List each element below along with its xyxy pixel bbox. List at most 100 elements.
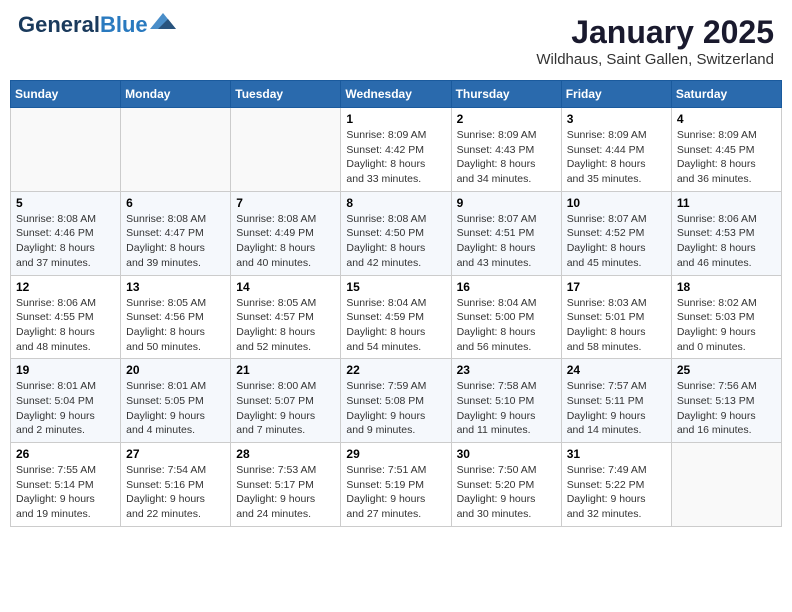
- sunset-label: Sunset: 5:00 PM: [457, 311, 535, 323]
- day-number: 11: [677, 196, 776, 210]
- day-number: 16: [457, 280, 556, 294]
- daylight-label: Daylight: 9 hours and 24 minutes.: [236, 493, 315, 520]
- sunset-label: Sunset: 4:45 PM: [677, 144, 755, 156]
- table-row: 25 Sunrise: 7:56 AM Sunset: 5:13 PM Dayl…: [671, 359, 781, 443]
- col-tuesday: Tuesday: [231, 81, 341, 108]
- sunset-label: Sunset: 4:47 PM: [126, 227, 204, 239]
- sunrise-label: Sunrise: 8:09 AM: [346, 129, 426, 141]
- daylight-label: Daylight: 8 hours and 40 minutes.: [236, 242, 315, 269]
- day-number: 27: [126, 447, 225, 461]
- daylight-label: Daylight: 8 hours and 35 minutes.: [567, 158, 646, 185]
- col-saturday: Saturday: [671, 81, 781, 108]
- sunrise-label: Sunrise: 8:01 AM: [126, 380, 206, 392]
- calendar-week-row: 1 Sunrise: 8:09 AM Sunset: 4:42 PM Dayli…: [11, 108, 782, 192]
- table-row: 7 Sunrise: 8:08 AM Sunset: 4:49 PM Dayli…: [231, 191, 341, 275]
- day-info: Sunrise: 8:00 AM Sunset: 5:07 PM Dayligh…: [236, 379, 335, 438]
- day-number: 17: [567, 280, 666, 294]
- table-row: 16 Sunrise: 8:04 AM Sunset: 5:00 PM Dayl…: [451, 275, 561, 359]
- daylight-label: Daylight: 9 hours and 9 minutes.: [346, 410, 425, 437]
- day-number: 1: [346, 112, 445, 126]
- sunset-label: Sunset: 5:17 PM: [236, 479, 314, 491]
- table-row: 30 Sunrise: 7:50 AM Sunset: 5:20 PM Dayl…: [451, 443, 561, 527]
- table-row: 8 Sunrise: 8:08 AM Sunset: 4:50 PM Dayli…: [341, 191, 451, 275]
- daylight-label: Daylight: 9 hours and 27 minutes.: [346, 493, 425, 520]
- day-info: Sunrise: 8:09 AM Sunset: 4:45 PM Dayligh…: [677, 128, 776, 187]
- sunset-label: Sunset: 5:11 PM: [567, 395, 644, 407]
- day-number: 12: [16, 280, 115, 294]
- day-info: Sunrise: 8:01 AM Sunset: 5:04 PM Dayligh…: [16, 379, 115, 438]
- sunset-label: Sunset: 4:42 PM: [346, 144, 424, 156]
- daylight-label: Daylight: 8 hours and 54 minutes.: [346, 326, 425, 353]
- sunset-label: Sunset: 5:13 PM: [677, 395, 755, 407]
- sunset-label: Sunset: 4:43 PM: [457, 144, 535, 156]
- logo-text: GeneralBlue: [18, 14, 148, 36]
- sunset-label: Sunset: 5:05 PM: [126, 395, 204, 407]
- sunset-label: Sunset: 4:53 PM: [677, 227, 755, 239]
- table-row: 20 Sunrise: 8:01 AM Sunset: 5:05 PM Dayl…: [121, 359, 231, 443]
- sunrise-label: Sunrise: 8:01 AM: [16, 380, 96, 392]
- day-info: Sunrise: 8:08 AM Sunset: 4:50 PM Dayligh…: [346, 212, 445, 271]
- daylight-label: Daylight: 8 hours and 58 minutes.: [567, 326, 646, 353]
- day-number: 5: [16, 196, 115, 210]
- day-info: Sunrise: 8:09 AM Sunset: 4:44 PM Dayligh…: [567, 128, 666, 187]
- daylight-label: Daylight: 8 hours and 50 minutes.: [126, 326, 205, 353]
- sunrise-label: Sunrise: 8:08 AM: [346, 213, 426, 225]
- calendar-week-row: 12 Sunrise: 8:06 AM Sunset: 4:55 PM Dayl…: [11, 275, 782, 359]
- sunrise-label: Sunrise: 8:06 AM: [677, 213, 757, 225]
- daylight-label: Daylight: 9 hours and 19 minutes.: [16, 493, 95, 520]
- sunrise-label: Sunrise: 7:57 AM: [567, 380, 647, 392]
- daylight-label: Daylight: 8 hours and 37 minutes.: [16, 242, 95, 269]
- day-info: Sunrise: 7:56 AM Sunset: 5:13 PM Dayligh…: [677, 379, 776, 438]
- sunset-label: Sunset: 5:01 PM: [567, 311, 645, 323]
- table-row: 2 Sunrise: 8:09 AM Sunset: 4:43 PM Dayli…: [451, 108, 561, 192]
- sunrise-label: Sunrise: 7:58 AM: [457, 380, 537, 392]
- sunrise-label: Sunrise: 7:59 AM: [346, 380, 426, 392]
- table-row: [231, 108, 341, 192]
- day-number: 24: [567, 363, 666, 377]
- day-info: Sunrise: 8:01 AM Sunset: 5:05 PM Dayligh…: [126, 379, 225, 438]
- day-info: Sunrise: 8:07 AM Sunset: 4:51 PM Dayligh…: [457, 212, 556, 271]
- col-wednesday: Wednesday: [341, 81, 451, 108]
- day-info: Sunrise: 8:06 AM Sunset: 4:55 PM Dayligh…: [16, 296, 115, 355]
- table-row: 4 Sunrise: 8:09 AM Sunset: 4:45 PM Dayli…: [671, 108, 781, 192]
- daylight-label: Daylight: 8 hours and 45 minutes.: [567, 242, 646, 269]
- sunset-label: Sunset: 5:08 PM: [346, 395, 424, 407]
- daylight-label: Daylight: 8 hours and 34 minutes.: [457, 158, 536, 185]
- page-title: January 2025: [536, 14, 774, 51]
- day-number: 19: [16, 363, 115, 377]
- daylight-label: Daylight: 8 hours and 39 minutes.: [126, 242, 205, 269]
- sunset-label: Sunset: 5:10 PM: [457, 395, 535, 407]
- day-number: 10: [567, 196, 666, 210]
- day-number: 15: [346, 280, 445, 294]
- day-info: Sunrise: 8:05 AM Sunset: 4:56 PM Dayligh…: [126, 296, 225, 355]
- calendar-week-row: 5 Sunrise: 8:08 AM Sunset: 4:46 PM Dayli…: [11, 191, 782, 275]
- table-row: 21 Sunrise: 8:00 AM Sunset: 5:07 PM Dayl…: [231, 359, 341, 443]
- sunset-label: Sunset: 4:49 PM: [236, 227, 314, 239]
- table-row: 23 Sunrise: 7:58 AM Sunset: 5:10 PM Dayl…: [451, 359, 561, 443]
- table-row: 6 Sunrise: 8:08 AM Sunset: 4:47 PM Dayli…: [121, 191, 231, 275]
- sunrise-label: Sunrise: 8:04 AM: [346, 297, 426, 309]
- day-info: Sunrise: 7:54 AM Sunset: 5:16 PM Dayligh…: [126, 463, 225, 522]
- table-row: 3 Sunrise: 8:09 AM Sunset: 4:44 PM Dayli…: [561, 108, 671, 192]
- sunrise-label: Sunrise: 8:02 AM: [677, 297, 757, 309]
- day-info: Sunrise: 8:04 AM Sunset: 5:00 PM Dayligh…: [457, 296, 556, 355]
- day-number: 7: [236, 196, 335, 210]
- table-row: 12 Sunrise: 8:06 AM Sunset: 4:55 PM Dayl…: [11, 275, 121, 359]
- day-number: 28: [236, 447, 335, 461]
- sunrise-label: Sunrise: 7:54 AM: [126, 464, 206, 476]
- daylight-label: Daylight: 9 hours and 32 minutes.: [567, 493, 646, 520]
- day-number: 25: [677, 363, 776, 377]
- day-info: Sunrise: 8:05 AM Sunset: 4:57 PM Dayligh…: [236, 296, 335, 355]
- sunset-label: Sunset: 4:57 PM: [236, 311, 314, 323]
- sunrise-label: Sunrise: 8:08 AM: [126, 213, 206, 225]
- day-info: Sunrise: 7:59 AM Sunset: 5:08 PM Dayligh…: [346, 379, 445, 438]
- table-row: 9 Sunrise: 8:07 AM Sunset: 4:51 PM Dayli…: [451, 191, 561, 275]
- day-info: Sunrise: 8:07 AM Sunset: 4:52 PM Dayligh…: [567, 212, 666, 271]
- day-info: Sunrise: 7:53 AM Sunset: 5:17 PM Dayligh…: [236, 463, 335, 522]
- sunrise-label: Sunrise: 8:09 AM: [457, 129, 537, 141]
- table-row: 11 Sunrise: 8:06 AM Sunset: 4:53 PM Dayl…: [671, 191, 781, 275]
- col-sunday: Sunday: [11, 81, 121, 108]
- day-info: Sunrise: 8:04 AM Sunset: 4:59 PM Dayligh…: [346, 296, 445, 355]
- table-row: 29 Sunrise: 7:51 AM Sunset: 5:19 PM Dayl…: [341, 443, 451, 527]
- logo-icon: [150, 11, 176, 31]
